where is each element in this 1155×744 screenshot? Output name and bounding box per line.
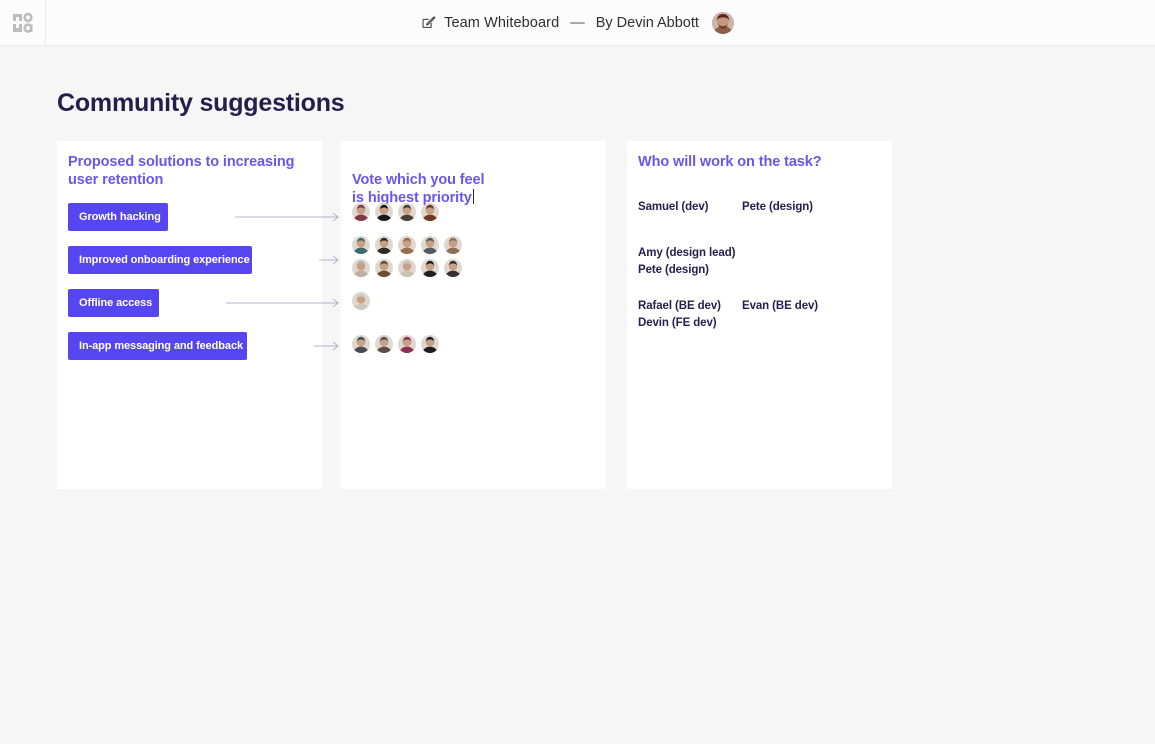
card-title[interactable]: Vote which you feel is highest priority — [352, 153, 484, 207]
solution-chip[interactable]: Improved onboarding experience — [68, 246, 252, 274]
avatar[interactable] — [444, 236, 462, 254]
card-vote-priority[interactable]: Vote which you feel is highest priority — [341, 141, 606, 489]
avatar[interactable] — [398, 236, 416, 254]
solution-chip[interactable]: Growth hacking — [68, 203, 168, 231]
app-logo[interactable] — [0, 0, 46, 46]
assignee-name[interactable]: Devin (FE dev) — [638, 315, 717, 332]
document-title[interactable]: Team Whiteboard — [444, 15, 559, 31]
solution-chip[interactable]: In-app messaging and feedback — [68, 332, 247, 360]
assignee-name[interactable]: Amy (design lead) — [638, 245, 735, 262]
avatar[interactable] — [711, 11, 734, 34]
assignee-group: Samuel (dev) Pete (design) — [638, 199, 813, 216]
avatar[interactable] — [352, 236, 370, 254]
avatar[interactable] — [421, 335, 439, 353]
avatar[interactable] — [444, 259, 462, 277]
avatar-image — [711, 11, 734, 34]
assignee-group: Rafael (BE dev) Evan (BE dev) Devin (FE de… — [638, 298, 818, 332]
text-caret — [472, 189, 475, 204]
card-proposed-solutions[interactable]: Proposed solutions to increasing user re… — [57, 141, 322, 489]
assignee-name[interactable]: Pete (design) — [638, 262, 709, 279]
assignee-name[interactable]: Rafael (BE dev) — [638, 298, 742, 315]
card-title[interactable]: Who will work on the task? — [638, 153, 822, 171]
solution-chip[interactable]: Offline access — [68, 289, 159, 317]
edit-square-icon — [422, 16, 436, 28]
top-bar: Team Whiteboard — By Devin Abbott — [0, 0, 1155, 46]
card-who-will-work[interactable]: Who will work on the task? Samuel (dev) P… — [627, 141, 892, 489]
assignee-group: Amy (design lead) Pete (design) — [638, 245, 735, 279]
avatar-group — [352, 292, 472, 315]
card-title[interactable]: Proposed solutions to increasing user re… — [68, 153, 295, 189]
whiteboard-canvas: Community suggestions Proposed solutions… — [0, 46, 1155, 744]
assignee-row: Devin (FE dev) — [638, 315, 818, 332]
avatar[interactable] — [421, 259, 439, 277]
avatar[interactable] — [352, 259, 370, 277]
avatar[interactable] — [352, 335, 370, 353]
avatar-group — [352, 335, 472, 358]
title-separator: — — [570, 14, 585, 31]
avatar[interactable] — [375, 236, 393, 254]
assignee-row: Amy (design lead) — [638, 245, 735, 262]
noya-logo-icon — [12, 12, 33, 33]
card-title-text: Vote which you feel is highest priority — [352, 172, 485, 206]
avatar[interactable] — [421, 203, 439, 221]
avatar[interactable] — [352, 292, 370, 310]
assignee-row: Rafael (BE dev) Evan (BE dev) — [638, 298, 818, 315]
avatar[interactable] — [421, 236, 439, 254]
avatar-group — [352, 203, 472, 226]
avatar[interactable] — [398, 203, 416, 221]
assignee-name[interactable]: Samuel (dev) — [638, 199, 742, 216]
assignee-name[interactable]: Evan (BE dev) — [742, 298, 818, 315]
avatar[interactable] — [352, 203, 370, 221]
avatar[interactable] — [375, 335, 393, 353]
avatar[interactable] — [375, 259, 393, 277]
avatar[interactable] — [398, 335, 416, 353]
assignee-name[interactable]: Pete (design) — [742, 199, 813, 216]
avatar[interactable] — [375, 203, 393, 221]
assignee-row: Samuel (dev) Pete (design) — [638, 199, 813, 216]
document-byline: By Devin Abbott — [595, 14, 699, 31]
assignee-row: Pete (design) — [638, 262, 735, 279]
avatar[interactable] — [398, 259, 416, 277]
avatar-group — [352, 236, 472, 282]
document-title-bar: Team Whiteboard — By Devin Abbott — [0, 0, 1155, 45]
page-title: Community suggestions — [57, 89, 345, 117]
